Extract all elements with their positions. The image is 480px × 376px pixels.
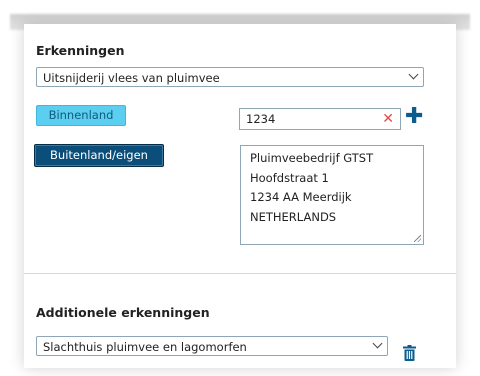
- section-heading-additionele-erkenningen: Additionele erkenningen: [36, 305, 210, 320]
- buitenland-eigen-code-button[interactable]: Buitenland/eigen code: [34, 144, 164, 182]
- chevron-down-icon: [372, 338, 383, 349]
- erkenning-code-input[interactable]: 1234 ✕: [239, 108, 401, 130]
- erkenning-code-value: 1234: [246, 112, 276, 126]
- close-icon[interactable]: ✕: [382, 110, 394, 128]
- erkenning-select[interactable]: Uitsnijderij vlees van pluimvee: [36, 67, 424, 87]
- additionele-select-value: Slachthuis pluimvee en lagomorfen: [43, 340, 247, 354]
- chevron-down-icon: [408, 69, 419, 80]
- address-line: Pluimveebedrijf GTST: [250, 151, 374, 165]
- resize-handle-icon[interactable]: [414, 235, 421, 242]
- binnenland-button[interactable]: Binnenland: [36, 105, 126, 126]
- address-line: NETHERLANDS: [250, 209, 337, 224]
- trash-icon[interactable]: [403, 345, 416, 361]
- plus-icon[interactable]: ✚: [405, 106, 423, 128]
- erkenning-select-value: Uitsnijderij vlees van pluimvee: [43, 71, 220, 85]
- additionele-erkenning-select[interactable]: Slachthuis pluimvee en lagomorfen: [36, 336, 388, 356]
- address-line: Hoofdstraat 1: [250, 170, 329, 185]
- section-heading-erkenningen: Erkenningen: [36, 43, 125, 58]
- address-textarea[interactable]: Pluimveebedrijf GTST Hoofdstraat 1 1234 …: [240, 145, 424, 245]
- address-line: 1234 AA Meerdijk: [250, 190, 352, 204]
- section-divider: [24, 273, 456, 274]
